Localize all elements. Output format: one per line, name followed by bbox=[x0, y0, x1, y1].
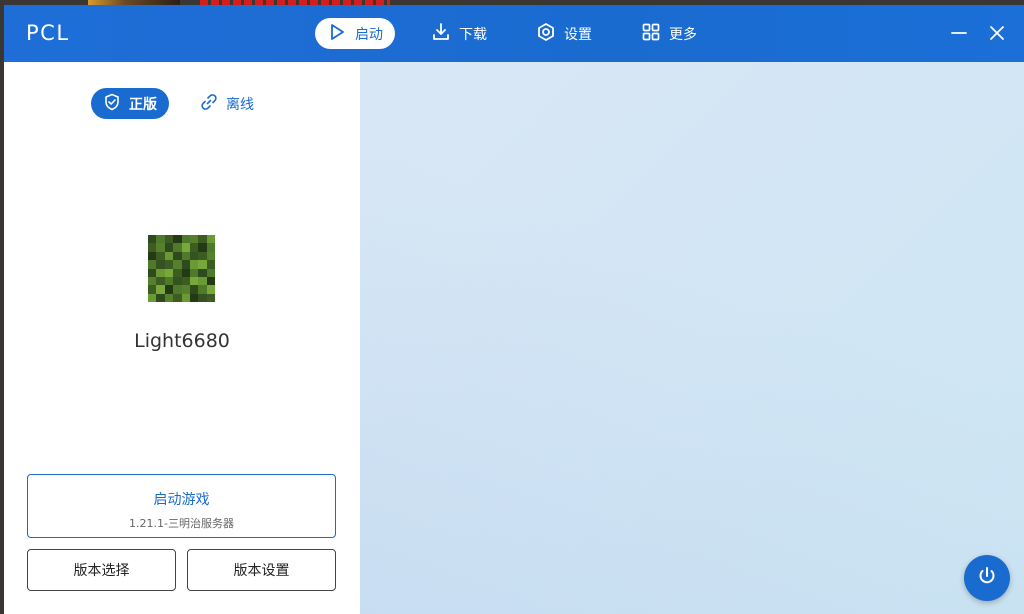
version-select-button[interactable]: 版本选择 bbox=[27, 549, 176, 591]
player-username: Light6680 bbox=[134, 330, 230, 352]
pcl-launcher-window: PCL 启动 下载 设置 更多 正版 离线 Light6680 启动游戏 1.2… bbox=[4, 5, 1024, 614]
nav-tab-label: 设置 bbox=[564, 26, 592, 43]
grid-icon bbox=[641, 22, 661, 46]
minimize-button[interactable] bbox=[949, 23, 969, 43]
shield-check-icon bbox=[103, 93, 121, 115]
power-icon bbox=[976, 565, 998, 591]
minimize-icon bbox=[949, 28, 969, 47]
player-skin-avatar bbox=[148, 235, 215, 302]
version-settings-button[interactable]: 版本设置 bbox=[187, 549, 336, 591]
nav-tab-settings[interactable]: 设置 bbox=[524, 18, 604, 49]
link-icon bbox=[200, 93, 218, 115]
close-icon bbox=[987, 26, 1007, 47]
nav-tab-label: 下载 bbox=[459, 26, 487, 43]
play-icon bbox=[327, 22, 347, 46]
nav-tab-more[interactable]: 更多 bbox=[629, 18, 709, 49]
launch-version-label: 1.21.1-三明治服务器 bbox=[129, 517, 234, 530]
title-bar: PCL 启动 下载 设置 更多 bbox=[4, 5, 1024, 62]
launch-game-label: 启动游戏 bbox=[153, 492, 210, 508]
power-button[interactable] bbox=[964, 555, 1010, 601]
nav-tab-download[interactable]: 下载 bbox=[419, 18, 499, 49]
sidebar: 正版 离线 Light6680 启动游戏 1.21.1-三明治服务器 版本选择 … bbox=[4, 62, 360, 614]
launch-game-button[interactable]: 启动游戏 1.21.1-三明治服务器 bbox=[27, 474, 336, 538]
nav-tab-launch[interactable]: 启动 bbox=[315, 18, 395, 49]
app-logo: PCL bbox=[26, 21, 70, 45]
mode-tab-label: 离线 bbox=[226, 96, 254, 113]
mode-tab-label: 正版 bbox=[129, 96, 157, 113]
nav-tab-label: 启动 bbox=[355, 26, 383, 43]
gear-icon bbox=[536, 22, 556, 46]
mode-tab-online[interactable]: 正版 bbox=[91, 88, 169, 119]
nav-tab-label: 更多 bbox=[669, 26, 697, 43]
mode-tab-offline[interactable]: 离线 bbox=[188, 88, 266, 119]
main-content-area bbox=[360, 62, 1024, 614]
close-button[interactable] bbox=[987, 23, 1007, 43]
download-icon bbox=[431, 22, 451, 46]
